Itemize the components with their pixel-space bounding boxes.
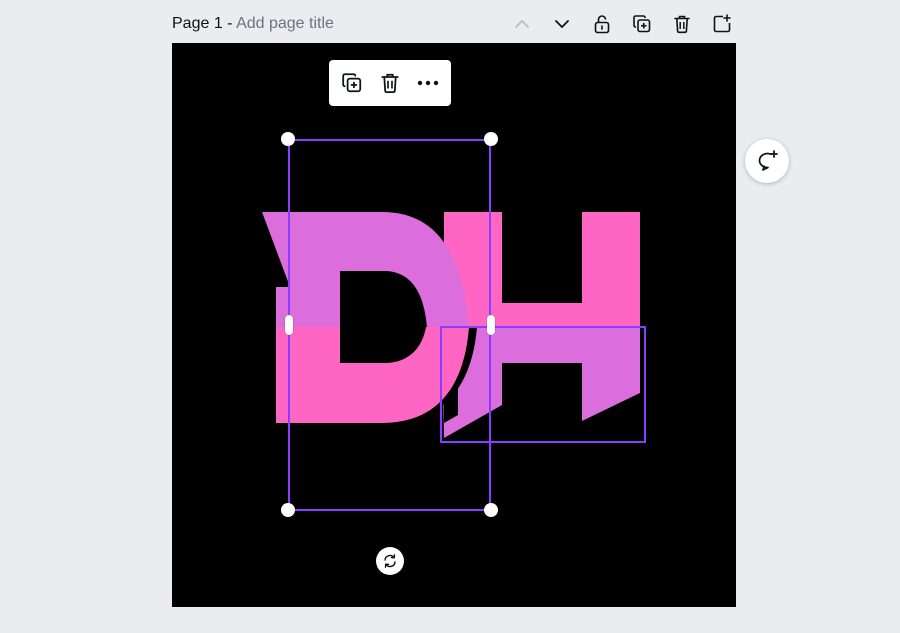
duplicate-page-icon — [633, 15, 651, 33]
duplicate-button[interactable] — [335, 66, 369, 100]
selection-box-h-part[interactable] — [440, 326, 646, 443]
element-toolbar — [329, 60, 451, 106]
delete-button[interactable] — [373, 66, 407, 100]
add-comment-icon — [758, 150, 778, 171]
resize-handle-top-right[interactable] — [484, 132, 498, 146]
delete-page-icon — [674, 15, 690, 34]
page-title[interactable]: Page 1 - Add page title — [172, 14, 334, 34]
move-page-up-button[interactable] — [508, 10, 536, 38]
page-header: Page 1 - Add page title — [172, 10, 736, 38]
more-options-button[interactable] — [411, 66, 445, 100]
resize-handle-right[interactable] — [487, 315, 495, 335]
add-page-icon — [713, 14, 731, 33]
unlock-icon — [594, 15, 610, 34]
add-page-button[interactable] — [708, 10, 736, 38]
rotate-icon — [384, 554, 396, 568]
trash-icon — [381, 73, 399, 94]
page-title-input[interactable]: Add page title — [236, 15, 334, 32]
resize-handle-bottom-left[interactable] — [281, 503, 295, 517]
chevron-up-icon — [515, 20, 529, 28]
resize-handle-bottom-right[interactable] — [484, 503, 498, 517]
more-icon — [417, 80, 439, 86]
duplicate-page-button[interactable] — [628, 10, 656, 38]
move-page-down-button[interactable] — [548, 10, 576, 38]
lock-page-button[interactable] — [588, 10, 616, 38]
rotate-handle[interactable] — [376, 547, 404, 575]
page-number-label: Page 1 — [172, 15, 223, 32]
chevron-down-icon — [555, 20, 569, 28]
add-comment-button[interactable] — [745, 139, 789, 183]
resize-handle-top-left[interactable] — [281, 132, 295, 146]
resize-handle-left[interactable] — [285, 315, 293, 335]
page-title-separator: - — [222, 15, 237, 32]
delete-page-button[interactable] — [668, 10, 696, 38]
selection-box-d[interactable] — [288, 139, 491, 511]
duplicate-icon — [342, 73, 362, 93]
